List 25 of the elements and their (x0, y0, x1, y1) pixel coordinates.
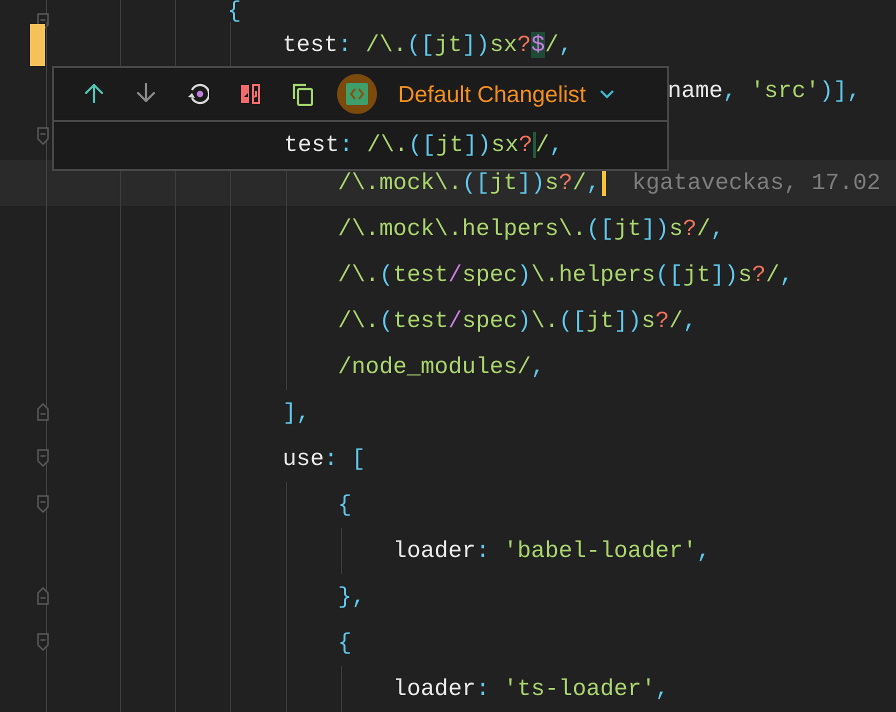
code-button[interactable] (336, 74, 378, 114)
code-line: name, 'src')], (668, 80, 861, 102)
code-line: test: /\.([jt])sx?/, (284, 134, 564, 157)
code-icon (336, 73, 378, 115)
code-line: /\.mock\.([jt])s?/, (338, 172, 600, 194)
code-line: /node_modules/, (338, 356, 545, 378)
code-line: { (227, 0, 242, 22)
changelist-dropdown[interactable]: Default Changelist (398, 76, 614, 112)
code-line: /\.(test/spec)\.helpers([jt])s?/, (338, 264, 794, 286)
code-line: test: /\.([jt])sx?$/, (282, 34, 573, 56)
code-line: use: [ (282, 448, 366, 470)
blame-annotation: kgataveckas, 17.02 (632, 172, 881, 194)
compare-icon (239, 82, 261, 106)
code-line: }, (338, 586, 366, 608)
copy-icon (291, 82, 313, 106)
code-line: ], (282, 402, 310, 424)
chevron-down-icon (600, 89, 614, 99)
code-line: /\.(test/spec)\.([jt])s?/, (338, 310, 697, 332)
code-line: loader: 'babel-loader', (393, 540, 710, 562)
code-line: /\.mock\.helpers\.([jt])s?/, (338, 218, 724, 240)
code-line: { (338, 494, 352, 516)
arrow-up-icon (83, 82, 105, 106)
code-line: { (338, 632, 352, 654)
code-line: loader: 'ts-loader', (393, 678, 670, 700)
rollback-icon (187, 82, 209, 106)
